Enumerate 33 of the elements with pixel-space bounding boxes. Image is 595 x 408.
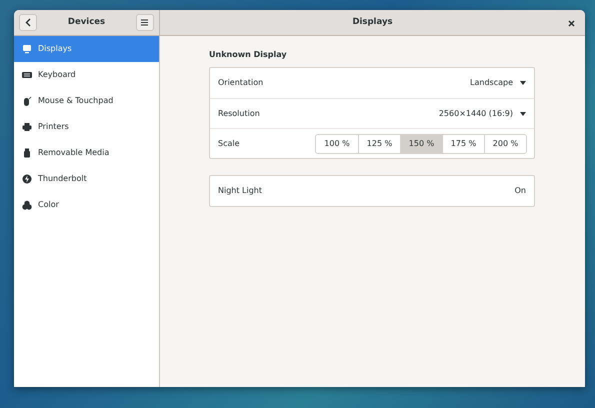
night-light-status[interactable]: On	[514, 185, 526, 197]
sidebar-item[interactable]: Thunderbolt	[14, 166, 159, 192]
dropdown-arrow-icon	[520, 81, 526, 85]
mouse-icon	[22, 96, 32, 106]
scale-option[interactable]: 200 %	[484, 134, 526, 152]
sidebar-item[interactable]: Displays	[14, 36, 159, 62]
menu-button[interactable]	[136, 14, 154, 31]
usb-drive-icon	[22, 148, 32, 158]
sidebar-item[interactable]: Removable Media	[14, 140, 159, 166]
display-icon	[22, 44, 32, 54]
dropdown-control[interactable]: 2560×1440 (16:9)	[438, 108, 526, 120]
window-title: Displays	[352, 16, 393, 29]
row-label: Night Light	[218, 185, 262, 197]
keyboard-icon	[22, 70, 32, 80]
dropdown-control[interactable]: Landscape	[470, 77, 526, 89]
sidebar-item[interactable]: Keyboard	[14, 62, 159, 88]
printer-icon	[22, 122, 32, 132]
sidebar-item[interactable]: Printers	[14, 114, 159, 140]
lightning-icon	[22, 174, 32, 184]
back-button[interactable]	[19, 14, 37, 31]
sidebar-item[interactable]: Mouse & Touchpad	[14, 88, 159, 114]
sidebar-item[interactable]: Color	[14, 192, 159, 218]
back-icon	[25, 18, 31, 27]
dropdown-arrow-icon	[520, 112, 526, 116]
color-icon	[22, 200, 32, 210]
row-label: Scale	[218, 138, 240, 150]
menu-icon	[141, 19, 148, 26]
scale-option[interactable]: 150 %	[400, 134, 442, 152]
sidebar-title: Devices	[68, 16, 106, 29]
close-icon	[568, 20, 574, 26]
row-label: Resolution	[218, 108, 260, 120]
section-title: Unknown Display	[209, 49, 288, 61]
row-label: Orientation	[218, 77, 264, 89]
